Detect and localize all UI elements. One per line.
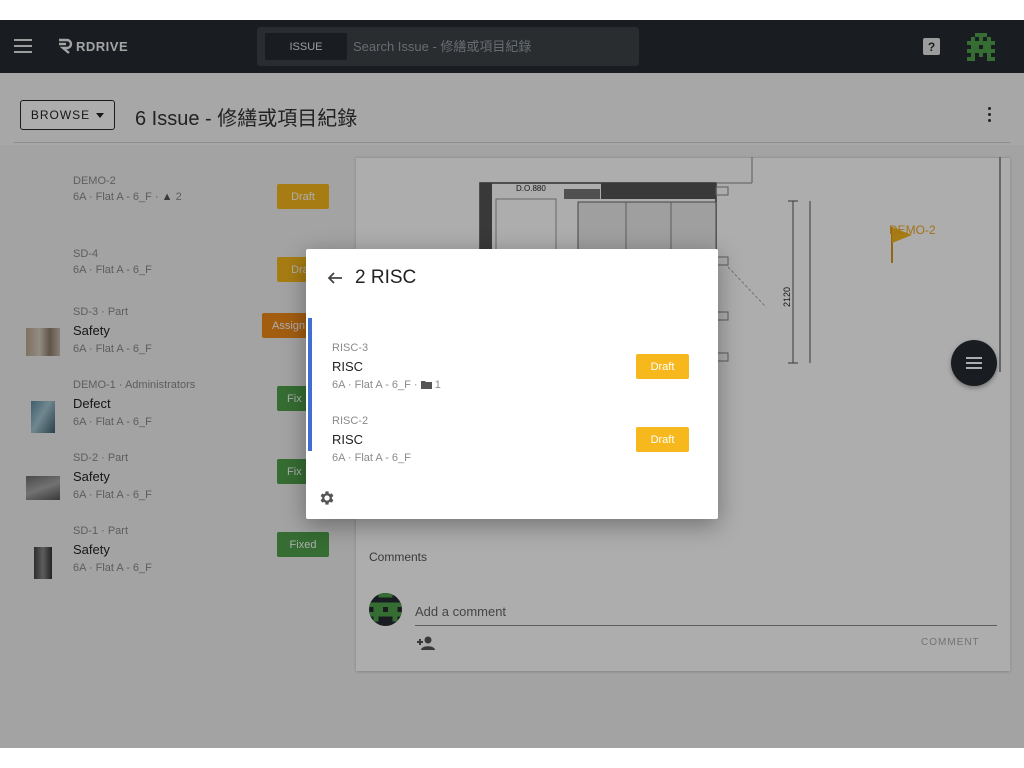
status-badge[interactable]: Draft xyxy=(636,427,689,452)
status-badge[interactable]: Draft xyxy=(636,354,689,379)
app-frame: RDRIVE ISSUE ? BROWSE 6 Issue - 修繕或項目紀錄 xyxy=(0,20,1024,748)
risc-dialog: 2 RISC RISC-3 RISC 6A · Flat A - 6_F · 1… xyxy=(306,249,718,519)
risc-location: 6A · Flat A - 6_F xyxy=(332,452,411,464)
dialog-title: 2 RISC xyxy=(355,267,417,288)
folder-count: 1 xyxy=(434,379,441,391)
risc-meta: RISC-2 xyxy=(332,415,369,427)
risc-title: RISC xyxy=(332,432,364,447)
folder-icon xyxy=(420,381,432,389)
risc-meta: RISC-3 xyxy=(332,342,369,354)
gear-icon[interactable] xyxy=(318,489,336,507)
selection-accent-bar xyxy=(308,318,312,451)
risc-list-item[interactable]: RISC-2 RISC 6A · Flat A - 6_F Draft xyxy=(332,415,702,483)
back-arrow-icon[interactable] xyxy=(326,269,344,287)
risc-title: RISC xyxy=(332,359,364,374)
risc-location-text: 6A · Flat A - 6_F · xyxy=(332,379,418,391)
risc-list-item[interactable]: RISC-3 RISC 6A · Flat A - 6_F · 1 Draft xyxy=(332,342,702,410)
risc-location: 6A · Flat A - 6_F · 1 xyxy=(332,379,441,391)
